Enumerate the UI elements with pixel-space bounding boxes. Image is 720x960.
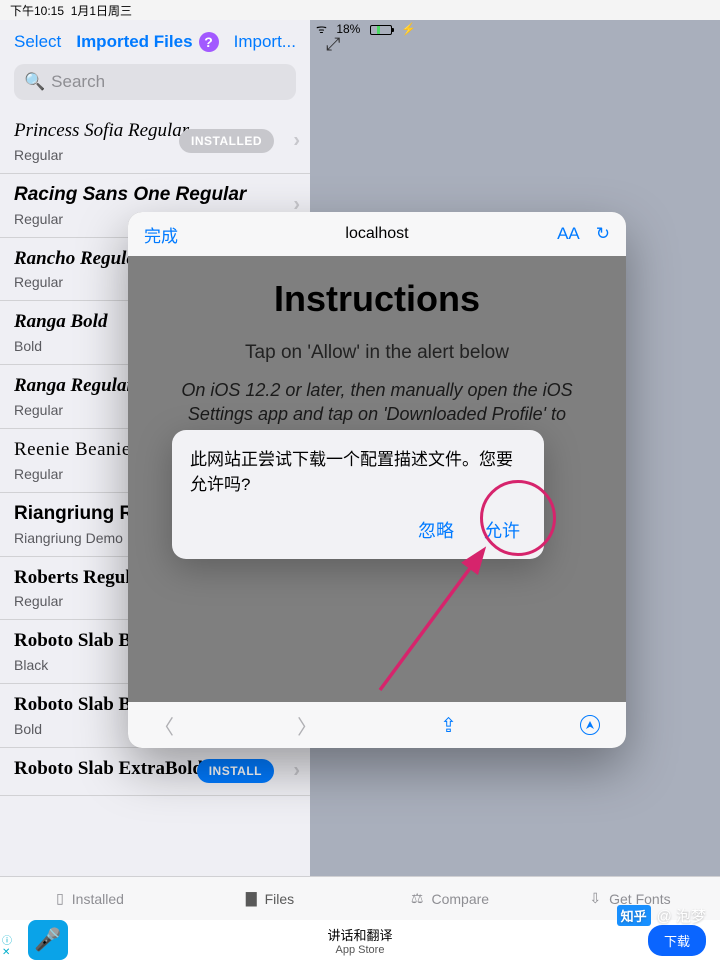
zhihu-logo: 知乎	[617, 905, 651, 926]
ad-banner[interactable]: ⓘ✕ 🎤 讲话和翻译 App Store 下载	[0, 920, 720, 960]
wifi-icon: ᯤ	[316, 22, 327, 36]
share-button[interactable]: ⇪	[440, 713, 457, 738]
expand-icon[interactable]: ⤢	[326, 34, 340, 55]
status-date: 1月1日周三	[71, 4, 132, 18]
font-row[interactable]: Princess Sofia RegularRegularINSTALLED›	[0, 110, 310, 174]
allow-button[interactable]: 允许	[484, 517, 520, 543]
forward-button[interactable]: 〉	[297, 711, 317, 740]
chevron-right-icon: ›	[293, 760, 300, 783]
toolbar-title: Imported Files	[76, 32, 192, 52]
ignore-button[interactable]: 忽略	[418, 517, 454, 543]
help-icon[interactable]: ?	[199, 32, 219, 52]
search-icon: 🔍	[24, 72, 45, 92]
instructions-line1: Tap on 'Allow' in the alert below	[146, 342, 608, 364]
sheet-footer: 〈 〉 ⇪	[128, 702, 626, 748]
watermark: 知乎 @ 泡梦	[617, 905, 706, 926]
instructions-title: Instructions	[146, 278, 608, 320]
battery-icon	[370, 25, 392, 35]
text-size-button[interactable]: AA	[557, 224, 580, 244]
watermark-user: @ 泡梦	[657, 905, 706, 926]
instructions-line2: On iOS 12.2 or later, then manually open…	[146, 378, 608, 427]
select-button[interactable]: Select	[14, 32, 61, 52]
reload-button[interactable]: ↻	[596, 224, 610, 244]
scale-icon: ⚖	[411, 890, 424, 907]
chevron-right-icon: ›	[293, 130, 300, 153]
font-row[interactable]: Roboto Slab ExtraBoldINSTALL›	[0, 748, 310, 796]
sheet-body: Instructions Tap on 'Allow' in the alert…	[128, 256, 626, 443]
search-placeholder: Search	[51, 72, 105, 92]
sheet-host: localhost	[128, 225, 626, 243]
installed-badge: INSTALLED	[179, 129, 274, 153]
download-icon: ⇩	[589, 890, 601, 907]
download-profile-alert: 此网站正尝试下载一个配置描述文件。您要允许吗? 忽略 允许	[172, 430, 544, 559]
ad-app-icon: 🎤	[28, 920, 68, 960]
tab-compare[interactable]: ⚖Compare	[360, 877, 540, 920]
ad-title: 讲话和翻译	[72, 925, 648, 944]
search-input[interactable]: 🔍 Search	[14, 64, 296, 100]
font-name: Racing Sans One Regular	[14, 184, 296, 207]
install-button[interactable]: INSTALL	[197, 759, 274, 783]
done-button[interactable]: 完成	[144, 222, 178, 247]
ad-badge: ⓘ✕	[2, 932, 12, 958]
status-time: 下午10:15	[10, 4, 64, 18]
phone-icon: ▯	[56, 890, 64, 907]
status-bar: 下午10:15 1月1日周三 ᯤ 18% ⚡	[0, 0, 720, 20]
sheet-header: 完成 localhost AA ↻	[128, 212, 626, 256]
folder-icon: ▇	[246, 890, 257, 907]
alert-message: 此网站正尝试下载一个配置描述文件。您要允许吗?	[172, 430, 544, 511]
toolbar: Select Imported Files ? Import...	[0, 20, 310, 60]
tab-files[interactable]: ▇Files	[180, 877, 360, 920]
tab-bar: ▯Installed ▇Files ⚖Compare ⇩Get Fonts	[0, 876, 720, 920]
tab-installed[interactable]: ▯Installed	[0, 877, 180, 920]
charging-icon: ⚡	[401, 22, 416, 36]
import-button[interactable]: Import...	[234, 32, 296, 52]
ad-download-button[interactable]: 下载	[648, 925, 706, 956]
back-button[interactable]: 〈	[154, 711, 174, 740]
battery-percent: 18%	[336, 22, 360, 36]
ad-subtitle: App Store	[72, 944, 648, 956]
safari-tabs-button[interactable]	[580, 715, 600, 735]
